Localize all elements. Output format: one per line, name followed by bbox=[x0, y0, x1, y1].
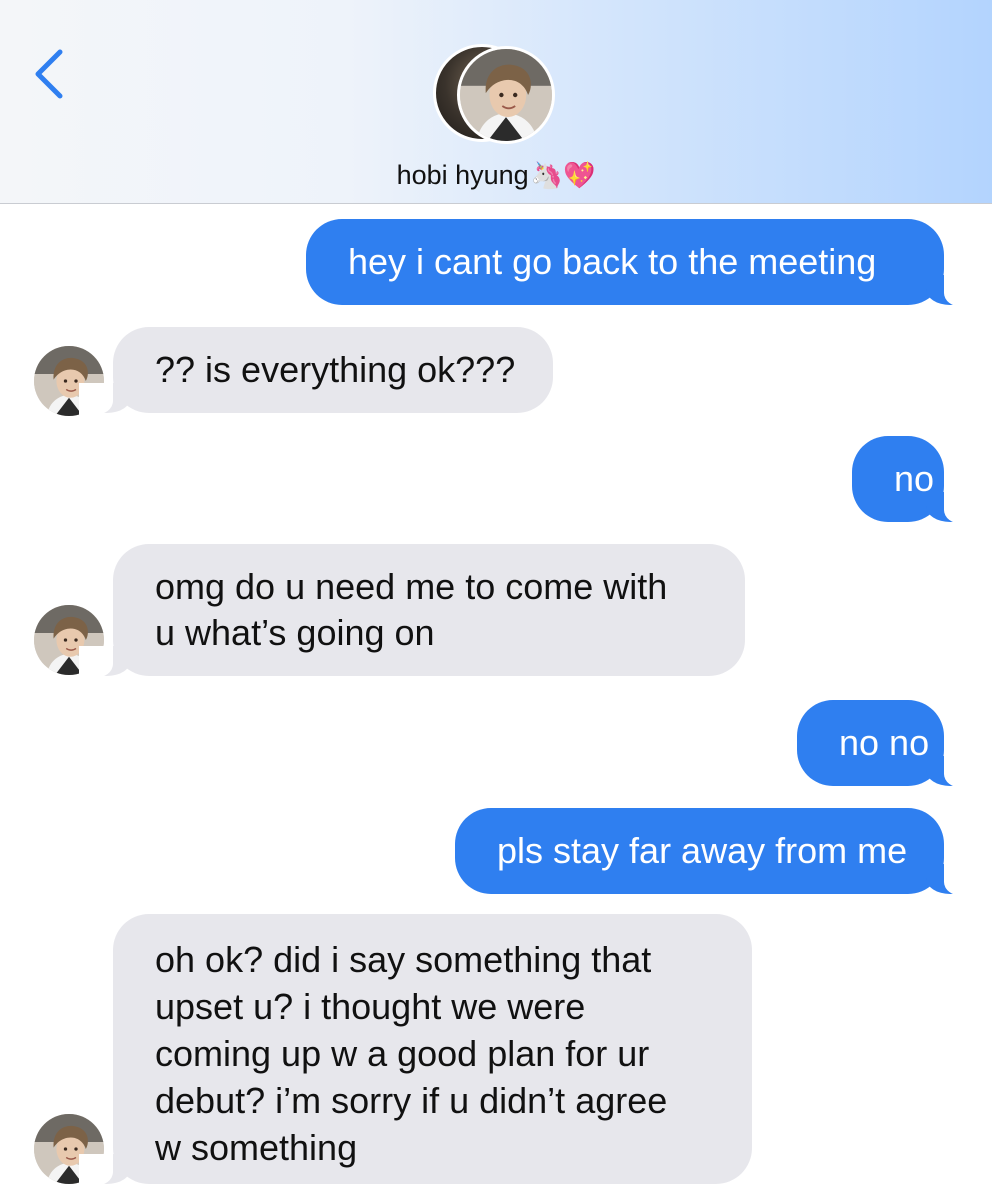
message-text-line: omg do u need me to come with bbox=[155, 566, 668, 607]
message-text: ?? is everything ok??? bbox=[155, 349, 516, 390]
chevron-left-icon bbox=[35, 49, 63, 99]
message-text-line: oh ok? did i say something that bbox=[155, 939, 652, 980]
contact-name[interactable]: hobi hyung🦄💖 bbox=[0, 160, 992, 191]
message-text: hey i cant go back to the meeting bbox=[348, 241, 877, 282]
contact-emoji: 🦄💖 bbox=[530, 160, 596, 190]
message-bubble-sent[interactable]: hey i cant go back to the meeting bbox=[306, 219, 978, 307]
message-bubble-received[interactable]: omg do u need me to come with u what’s g… bbox=[79, 544, 745, 678]
contact-name-text: hobi hyung bbox=[396, 160, 529, 190]
message-text-line: u what’s going on bbox=[155, 612, 435, 653]
contact-avatar[interactable] bbox=[433, 44, 561, 144]
back-button[interactable] bbox=[24, 44, 76, 104]
message-bubble-received[interactable]: oh ok? did i say something that upset u?… bbox=[79, 914, 752, 1186]
message-text-line: debut? i’m sorry if u didn’t agree bbox=[155, 1080, 668, 1121]
message-text-line: upset u? i thought we were bbox=[155, 986, 586, 1027]
message-text-line: coming up w a good plan for ur bbox=[155, 1033, 650, 1074]
message-text: pls stay far away from me bbox=[497, 830, 908, 871]
conversation-header: hobi hyung🦄💖 bbox=[0, 0, 992, 204]
message-text: no no bbox=[839, 722, 930, 763]
message-text-line: w something bbox=[155, 1127, 358, 1168]
message-bubble-sent[interactable]: no no bbox=[797, 700, 978, 788]
message-bubble-sent[interactable]: no bbox=[852, 436, 978, 524]
message-bubble-received[interactable]: ?? is everything ok??? bbox=[79, 327, 553, 415]
message-text: no bbox=[894, 458, 935, 499]
message-bubble-sent[interactable]: pls stay far away from me bbox=[455, 808, 978, 896]
avatar-front-photo bbox=[457, 46, 555, 144]
